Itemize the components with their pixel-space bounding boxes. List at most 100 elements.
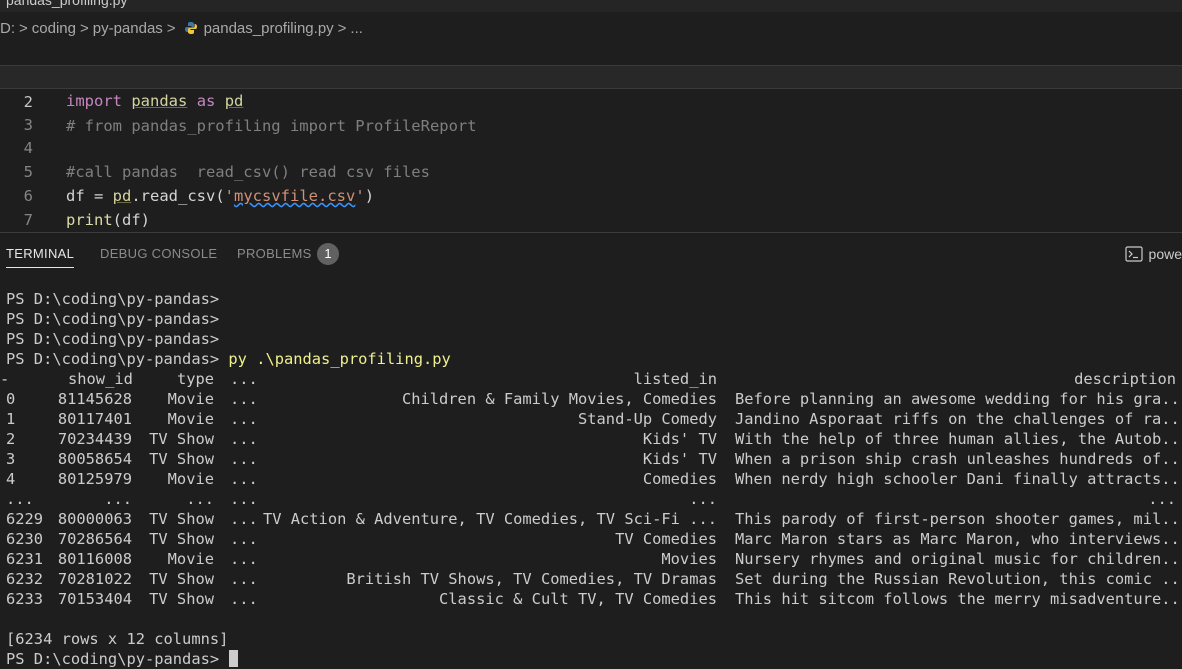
cell-show-id: 80000063 <box>57 510 132 528</box>
cell-ellipsis: ... <box>230 510 258 528</box>
cell-listed-in: Classic & Cult TV, TV Comedies <box>439 590 717 608</box>
cell-show-id: 80058654 <box>57 450 132 468</box>
breadcrumb-more[interactable]: ... <box>350 20 363 37</box>
column-header-listed-in: listed_in <box>633 370 717 388</box>
cell-ellipsis: ... <box>230 410 258 428</box>
cell-type: Movie <box>167 470 214 488</box>
cell-listed-in: British TV Shows, TV Comedies, TV Dramas <box>346 570 717 588</box>
cell-listed-in: Children & Family Movies, Comedies <box>401 390 717 408</box>
terminal-prompt: PS D:\coding\py-pandas> <box>6 310 220 328</box>
code-line[interactable]: 5 df = pd.read_csv('mycsvfile.csv') <box>0 136 1182 205</box>
cell-description: Jandino Asporaat riffs on the challenges… <box>735 410 1182 428</box>
cell-show-id: ... <box>104 490 132 508</box>
tab-debug-console[interactable]: DEBUG CONSOLE <box>100 246 217 261</box>
shell-selector[interactable]: powe <box>1124 246 1182 262</box>
cell-ellipsis: ... <box>230 430 258 448</box>
column-header-ellipsis: ... <box>230 370 258 388</box>
code-line[interactable]: 4 #call pandas read_csv() read csv files <box>0 112 1182 181</box>
editor-tab-label[interactable]: pandas_profiling.py <box>6 0 127 8</box>
code-line[interactable]: 8 <box>0 208 1182 253</box>
breadcrumb-drive[interactable]: D: <box>0 20 15 37</box>
breadcrumb-separator: > <box>79 19 89 37</box>
terminal-prompt: PS D:\coding\py-pandas> <box>6 290 220 308</box>
cell-ellipsis: ... <box>230 490 258 508</box>
breadcrumb-folder-py-pandas[interactable]: py-pandas <box>93 20 163 37</box>
cell-show-id: 70286564 <box>57 530 132 548</box>
cell-type: Movie <box>167 410 214 428</box>
code-editor[interactable]: 1 import pandas as pd 2 # from pandas_pr… <box>0 40 1182 253</box>
terminal-summary: [6234 rows x 12 columns] <box>6 630 229 648</box>
row-index: 6232 <box>6 570 44 588</box>
cell-description: When nerdy high schooler Dani finally at… <box>735 470 1182 488</box>
editor-tab-strip: pandas_profiling.py <box>0 0 1182 12</box>
problems-count-badge: 1 <box>317 243 339 265</box>
cell-description: This parody of first-person shooter game… <box>735 510 1182 528</box>
terminal-command-line: PS D:\coding\py-pandas> py .\pandas_prof… <box>6 349 451 369</box>
tab-problems[interactable]: PROBLEMS <box>237 246 312 261</box>
terminal-prompt: PS D:\coding\py-pandas> <box>6 350 220 368</box>
cell-ellipsis: ... <box>230 450 258 468</box>
cell-type: Movie <box>167 390 214 408</box>
cell-description: Before planning an awesome wedding for h… <box>735 390 1182 408</box>
row-index: 6230 <box>6 530 44 548</box>
cell-ellipsis: ... <box>230 590 258 608</box>
breadcrumb-folder-coding[interactable]: coding <box>32 20 76 37</box>
cell-listed-in: Movies <box>661 550 717 568</box>
cell-listed-in: TV Comedies <box>615 530 717 548</box>
column-header-type: type <box>177 370 215 388</box>
cell-type: TV Show <box>149 570 214 588</box>
cell-ellipsis: ... <box>230 570 258 588</box>
terminal-output[interactable]: PS D:\coding\py-pandas> PS D:\coding\py-… <box>0 287 1182 668</box>
terminal-final-prompt[interactable]: PS D:\coding\py-pandas> <box>6 649 239 669</box>
terminal-cursor <box>229 650 239 667</box>
row-index: 1 <box>6 410 16 428</box>
row-index: 0 <box>6 390 16 408</box>
cell-description: When a prison ship crash unleashes hundr… <box>735 450 1182 468</box>
cell-listed-in: Comedies <box>642 470 717 488</box>
terminal-command: py .\pandas_profiling.py <box>219 350 451 368</box>
code-line-current[interactable]: 2 # from pandas_profiling import Profile… <box>0 65 1182 135</box>
cell-type: TV Show <box>149 430 214 448</box>
code-line[interactable]: 1 import pandas as pd <box>0 41 1182 110</box>
row-index: ... <box>6 490 34 508</box>
row-index: 6231 <box>6 550 44 568</box>
cell-show-id: 70153404 <box>57 590 132 608</box>
cell-type: TV Show <box>149 530 214 548</box>
column-header-description: description <box>1074 370 1176 388</box>
cell-show-id: 81145628 <box>57 390 132 408</box>
cell-show-id: 70281022 <box>57 570 132 588</box>
cell-listed-in: Stand-Up Comedy <box>578 410 717 428</box>
cell-description: With the help of three human allies, the… <box>735 430 1182 448</box>
breadcrumb-file[interactable]: pandas_profiling.py <box>204 20 334 37</box>
cell-show-id: 80116008 <box>57 550 132 568</box>
breadcrumb-separator: > <box>337 19 347 37</box>
cell-description: Marc Maron stars as Marc Maron, who inte… <box>735 530 1182 548</box>
cell-ellipsis: ... <box>230 470 258 488</box>
terminal-prompt: PS D:\coding\py-pandas> <box>6 650 220 668</box>
code-line[interactable]: 6 print(df) <box>0 160 1182 229</box>
bottom-panel: TERMINAL DEBUG CONSOLE PROBLEMS 1 powe P… <box>0 232 1182 668</box>
cell-type: TV Show <box>149 510 214 528</box>
cell-type: TV Show <box>149 590 214 608</box>
tab-terminal[interactable]: TERMINAL <box>6 246 75 268</box>
shell-label: powe <box>1148 246 1182 262</box>
cell-listed-in: Kids' TV <box>642 450 717 468</box>
row-index: 2 <box>6 430 16 448</box>
terminal-icon <box>1124 246 1143 262</box>
dataframe-index-header: - <box>0 370 10 388</box>
breadcrumb: D: > coding > py-pandas > pandas_profili… <box>0 17 363 39</box>
cell-ellipsis: ... <box>230 390 258 408</box>
row-index: 6233 <box>6 590 44 608</box>
cell-type: Movie <box>167 550 214 568</box>
code-line[interactable]: 7 <box>0 184 1182 229</box>
row-index: 6229 <box>6 510 44 528</box>
breadcrumb-separator: > <box>166 19 176 37</box>
cell-listed-in: Kids' TV <box>642 430 717 448</box>
cell-description: Nursery rhymes and original music for ch… <box>735 550 1182 568</box>
row-index: 4 <box>6 470 16 488</box>
code-line[interactable]: 3 <box>0 89 1182 134</box>
terminal-prompt: PS D:\coding\py-pandas> <box>6 330 220 348</box>
cell-ellipsis: ... <box>230 530 258 548</box>
cell-description: ... <box>1148 490 1176 508</box>
breadcrumb-separator: > <box>19 19 28 37</box>
